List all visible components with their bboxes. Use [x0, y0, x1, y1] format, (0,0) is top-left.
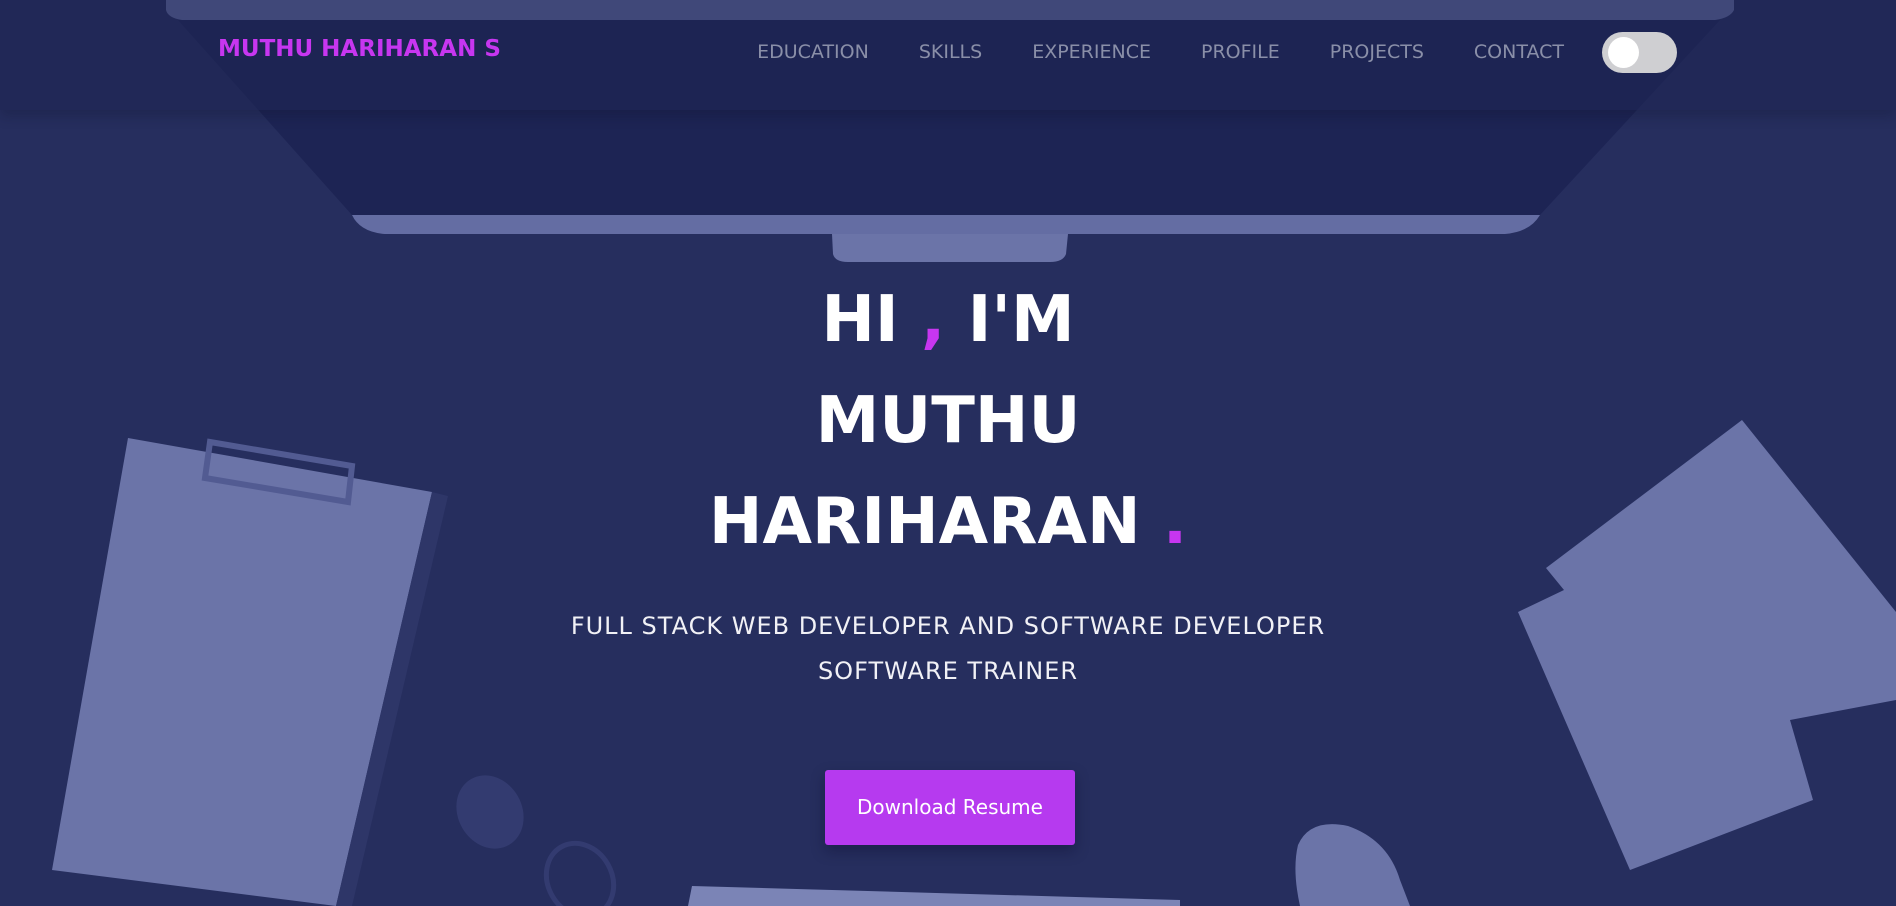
nav-link-skills[interactable]: SKILLS [919, 41, 982, 63]
theme-toggle-switch[interactable] [1602, 32, 1677, 73]
nav-link-experience[interactable]: EXPERIENCE [1032, 41, 1151, 63]
brand-logo[interactable]: MUTHU HARIHARAN S [218, 36, 501, 62]
hero-name-last-line: HARIHARAN . [0, 472, 1896, 573]
hero-name-first: MUTHU [815, 384, 1081, 458]
hero-subtitle-line2: SOFTWARE TRAINER [817, 657, 1079, 685]
hero-name-dot: . [1162, 485, 1188, 559]
hero-subtitle-line1: FULL STACK WEB DEVELOPER AND SOFTWARE DE… [570, 612, 1326, 640]
greeting-hi: HI [821, 283, 899, 357]
nav-link-education[interactable]: EDUCATION [757, 41, 869, 63]
portfolio-page: MUTHU HARIHARAN S EDUCATION SKILLS EXPER… [0, 0, 1896, 906]
hero-heading: HI , I'M MUTHU HARIHARAN . [0, 270, 1896, 573]
greeting-im: I'M [967, 283, 1075, 357]
nav-link-contact[interactable]: CONTACT [1474, 41, 1564, 63]
mouse-illustration [1295, 824, 1410, 906]
nav-menu: EDUCATION SKILLS EXPERIENCE PROFILE PROJ… [757, 41, 1564, 63]
navbar: MUTHU HARIHARAN S EDUCATION SKILLS EXPER… [0, 0, 1896, 110]
toggle-knob [1608, 37, 1639, 68]
glasses-illustration [456, 775, 617, 906]
hero-name-last: HARIHARAN [708, 485, 1141, 559]
greeting-comma: , [920, 283, 946, 357]
keyboard-illustration [688, 886, 1180, 906]
nav-link-projects[interactable]: PROJECTS [1330, 41, 1424, 63]
hero-greeting: HI , I'M [0, 270, 1896, 371]
download-resume-button[interactable]: Download Resume [825, 770, 1075, 845]
nav-link-profile[interactable]: PROFILE [1201, 41, 1280, 63]
